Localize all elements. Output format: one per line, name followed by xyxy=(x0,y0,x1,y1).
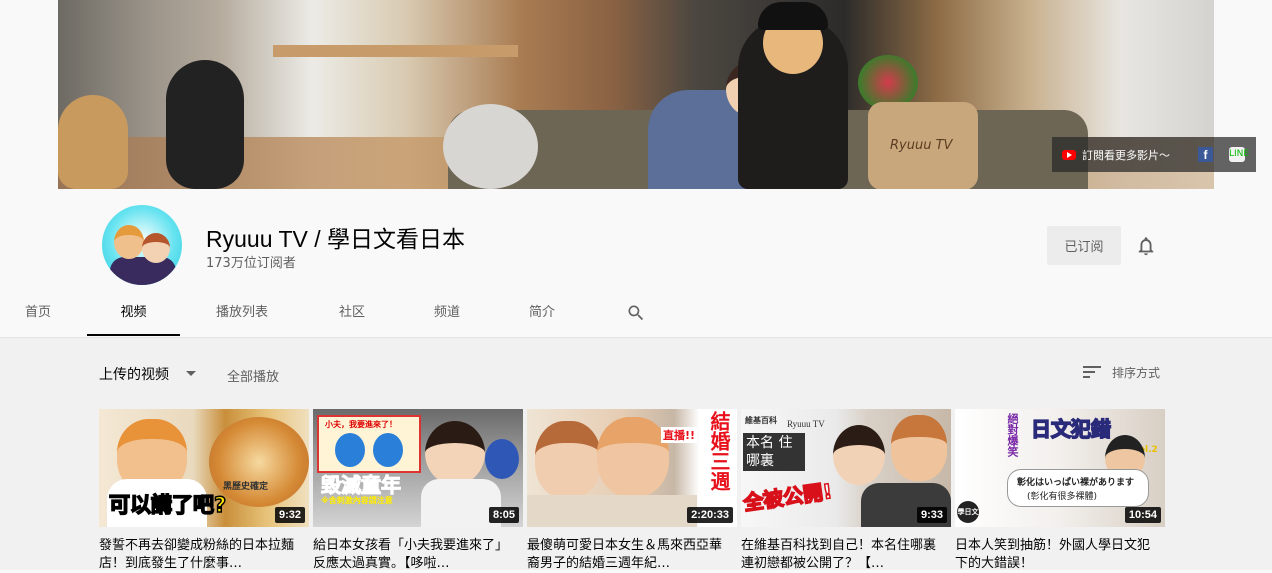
video-duration: 9:33 xyxy=(916,507,947,523)
thumbnail-caption: 結婚三週 xyxy=(707,411,731,491)
tab-playlists[interactable]: 播放列表 xyxy=(204,290,280,336)
banner-pillow: Ryuuu TV xyxy=(868,102,978,189)
banner-guitar xyxy=(166,60,244,189)
pillow-text: Ryuuu TV xyxy=(890,138,953,153)
subscriber-count: 173万位订阅者 xyxy=(206,256,296,271)
avatar-face-man xyxy=(114,225,144,259)
sort-icon[interactable] xyxy=(1082,364,1102,380)
banner-link-label[interactable]: 訂閱看更多影片～ xyxy=(1082,147,1170,163)
video-duration: 9:32 xyxy=(274,507,305,523)
banner-image: Ryuuu TV xyxy=(58,0,1214,189)
video-title[interactable]: 最傻萌可愛日本女生＆馬來西亞華裔男子的結婚三週年紀… xyxy=(527,537,722,573)
dropdown-arrow-icon[interactable] xyxy=(186,371,196,376)
thumbnail-badge: 學日文 xyxy=(957,501,979,523)
video-thumbnail[interactable]: 黑歷史確定 可以講了吧? 9:32 xyxy=(99,409,309,527)
video-duration: 8:05 xyxy=(488,507,519,523)
thumbnail-caption-small: ※含刺激內容請注意 xyxy=(321,496,393,505)
thumbnail-caption: 可以講了吧? xyxy=(108,492,227,518)
tab-community[interactable]: 社区 xyxy=(328,290,376,336)
video-thumbnail[interactable]: 維基百科 Ryuuu TV 本名 住哪裏 全被公開! 9:33 xyxy=(741,409,951,527)
sort-by-button[interactable]: 排序方式 xyxy=(1112,364,1160,381)
tab-home[interactable]: 首页 xyxy=(14,290,62,336)
banner-hat xyxy=(758,2,828,30)
avatar-body xyxy=(110,257,176,285)
thumbnail-caption-small: 直播!! xyxy=(661,427,698,443)
thumbnail-caption-small: 彰化はいっぱい裸があります xyxy=(1017,478,1135,488)
video-title[interactable]: 給日本女孩看「小夫我要進來了」反應太過真實。【哆啦… xyxy=(313,537,508,573)
thumbnail-caption: 日文犯錯 xyxy=(1030,416,1112,442)
video-card[interactable]: 小夫，我要進來了！ 毀滅童年 ※含刺激內容請注意 8:05 給日本女孩看「小夫我… xyxy=(313,409,523,573)
video-thumbnail[interactable]: 小夫，我要進來了！ 毀滅童年 ※含刺激內容請注意 8:05 xyxy=(313,409,523,527)
video-thumbnail[interactable]: 直播!! 結婚三週 2:20:33 xyxy=(527,409,737,527)
video-duration: 10:54 xyxy=(1124,507,1161,523)
thumbnail-caption-small: 本名 住哪裏 xyxy=(743,433,805,471)
banner-links-bar[interactable]: 訂閱看更多影片～ f LINE xyxy=(1052,137,1256,172)
video-card[interactable]: 維基百科 Ryuuu TV 本名 住哪裏 全被公開! 9:33 在維基百科找到自… xyxy=(741,409,951,573)
video-title[interactable]: 在維基百科找到自己！本名住哪裏連初戀都被公開了？【… xyxy=(741,537,936,573)
video-card[interactable]: 直播!! 結婚三週 2:20:33 最傻萌可愛日本女生＆馬來西亞華裔男子的結婚三… xyxy=(527,409,737,573)
channel-name: Ryuuu TV / 學日文看日本 xyxy=(206,226,466,252)
tab-channels[interactable]: 频道 xyxy=(423,290,471,336)
channel-avatar[interactable] xyxy=(102,205,182,285)
youtube-icon xyxy=(1062,149,1076,160)
thumbnail-caption: 毀滅童年 xyxy=(321,473,402,498)
facebook-icon[interactable]: f xyxy=(1198,147,1213,162)
notification-bell-icon[interactable] xyxy=(1135,235,1157,257)
channel-banner: Ryuuu TV 訂閱看更多影片～ f LINE xyxy=(0,0,1272,189)
thumbnail-caption-top: Ryuuu TV xyxy=(787,419,825,429)
avatar-face-woman xyxy=(142,233,170,263)
thumbnail-caption-top: 小夫，我要進來了！ xyxy=(325,420,397,429)
video-title[interactable]: 發誓不再去卻變成粉絲的日本拉麵店！到底發生了什麼事… xyxy=(99,537,294,573)
video-thumbnail[interactable]: 絕對爆笑 日文犯錯 vol.2 彰化はいっぱい裸があります (彰化有很多裸體) … xyxy=(955,409,1165,527)
line-icon[interactable]: LINE xyxy=(1229,147,1249,162)
uploads-dropdown[interactable]: 上传的视频 xyxy=(99,364,169,384)
tab-about[interactable]: 简介 xyxy=(518,290,566,336)
banner-guitar-left xyxy=(58,95,128,189)
thumbnail-wiki-label: 維基百科 xyxy=(745,416,777,425)
video-duration: 2:20:33 xyxy=(687,507,733,523)
video-card[interactable]: 絕對爆笑 日文犯錯 vol.2 彰化はいっぱい裸があります (彰化有很多裸體) … xyxy=(955,409,1165,573)
video-title[interactable]: 日本人笑到抽筋！外國人學日文犯下的大錯誤！ xyxy=(955,537,1150,573)
thumbnail-caption-sub: (彰化有很多裸體) xyxy=(1027,492,1098,502)
thumbnail-side-label: 絕對爆笑 xyxy=(1006,413,1019,457)
thumbnail-caption: 全被公開! xyxy=(741,478,834,516)
subscribed-button[interactable]: 已订阅 xyxy=(1047,226,1121,265)
video-card[interactable]: 黑歷史確定 可以講了吧? 9:32 發誓不再去卻變成粉絲的日本拉麵店！到底發生了… xyxy=(99,409,309,573)
banner-table xyxy=(273,45,518,57)
search-icon[interactable] xyxy=(626,303,646,323)
play-all-button[interactable]: 全部播放 xyxy=(227,366,279,385)
thumbnail-caption-small: 黑歷史確定 xyxy=(223,482,269,492)
banner-plush-toy xyxy=(443,104,538,189)
tab-videos[interactable]: 视频 xyxy=(87,290,180,336)
